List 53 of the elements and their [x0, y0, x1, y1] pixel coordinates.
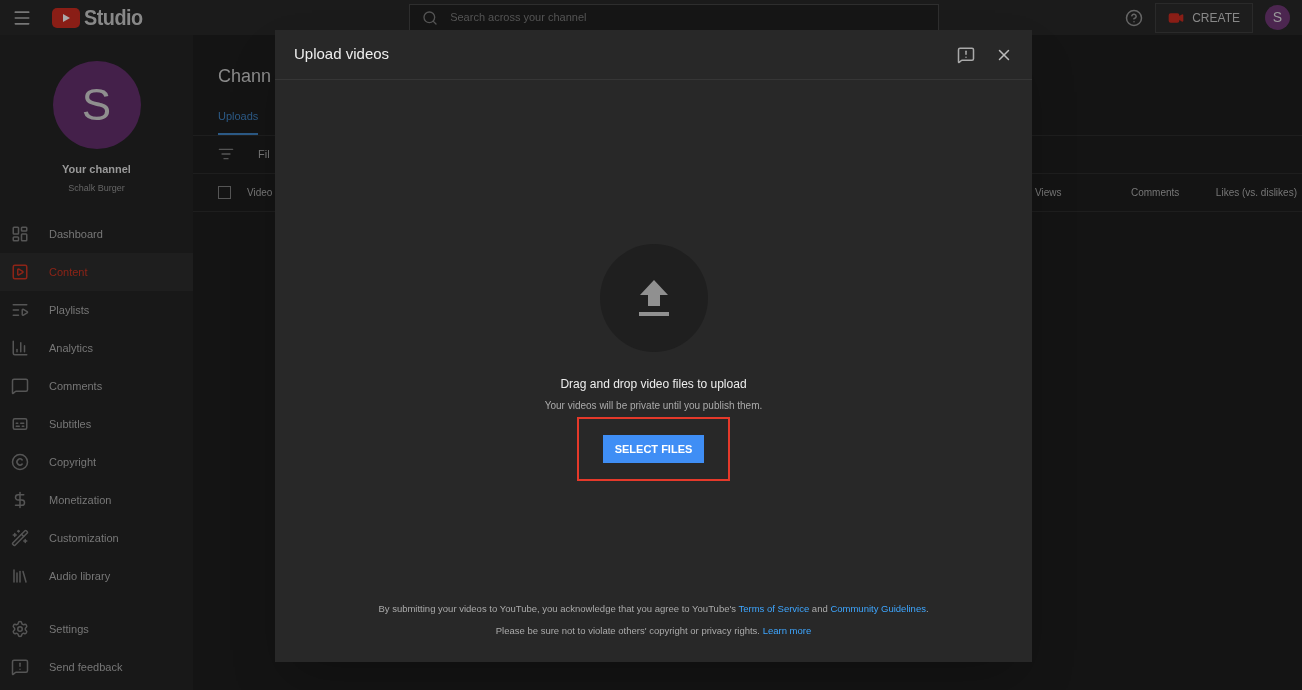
column-header: Comments	[1131, 185, 1181, 200]
sidebar-item[interactable]: Dashboard	[0, 215, 193, 253]
sidebar-item[interactable]: Monetization	[0, 481, 193, 519]
settings-icon	[11, 620, 29, 638]
feedback-icon[interactable]	[957, 45, 975, 64]
search-field[interactable]: Search across your channel	[409, 3, 940, 32]
tab[interactable]: Uploads	[218, 108, 259, 135]
legal-link[interactable]: Community Guidelines	[830, 602, 926, 614]
select-files-button[interactable]: SELECT FILES	[602, 435, 705, 463]
sidebar-item[interactable]: Customization	[0, 519, 193, 557]
video-icon	[11, 263, 29, 281]
bar-chart-icon	[11, 339, 29, 357]
sidebar-item[interactable]: Analytics	[0, 329, 193, 367]
legal-link[interactable]: Learn more	[762, 624, 812, 636]
sidebar-item[interactable]: Playlists	[0, 291, 193, 329]
music-library-icon	[11, 567, 29, 585]
channel-name: Schalk Burger	[68, 181, 125, 195]
drop-prompt: Drag and drop video files to upload	[560, 376, 747, 393]
sidebar-item[interactable]: Send feedback	[0, 648, 193, 686]
sidebar-item[interactable]: Copyright	[0, 443, 193, 481]
search-icon	[422, 9, 439, 26]
dashboard-icon	[11, 225, 29, 243]
dialog-title: Upload videos	[294, 44, 390, 65]
legal-notice: Please be sure not to violate others' copyright or privacy rights. Learn more	[495, 623, 812, 638]
logo-text: Studio	[84, 4, 143, 32]
page-title: Chann	[218, 66, 272, 86]
account-avatar[interactable]: S	[1265, 5, 1290, 30]
sidebar-item[interactable]: Subtitles	[0, 405, 193, 443]
channel-avatar[interactable]: S	[52, 61, 141, 149]
select-all-checkbox[interactable]	[218, 185, 231, 199]
legal-link[interactable]: Terms of Service	[738, 602, 810, 614]
speech-bubble-icon	[11, 377, 29, 395]
column-header: Views	[1035, 185, 1063, 200]
magic-wand-icon	[11, 529, 29, 547]
channel-title: Your channel	[62, 162, 131, 177]
copyright-icon	[11, 453, 29, 471]
filter-field[interactable]: Fil	[258, 144, 270, 164]
playlist-icon	[11, 301, 29, 319]
column-header: Likes (vs. dislikes)	[1214, 185, 1297, 200]
sidebar-item[interactable]: Settings	[0, 610, 193, 648]
feedback-icon	[11, 658, 29, 676]
sidebar-item[interactable]: Comments	[0, 367, 193, 405]
sidebar-item[interactable]: Audio library	[0, 557, 193, 595]
legal-notice: By submitting your videos to YouTube, you acknowledge that you agree to YouTube's Terms of Service and Community Guidelines.	[378, 601, 929, 616]
subtitles-icon	[11, 415, 29, 433]
filter-icon[interactable]	[218, 146, 234, 162]
help-icon[interactable]	[1125, 8, 1144, 27]
play-logo-icon	[52, 7, 80, 28]
privacy-note: Your videos will be private until you publish them.	[544, 399, 763, 413]
search-input[interactable]: Search across your channel	[450, 9, 927, 26]
column-header: Video	[247, 185, 273, 200]
upload-arrow-icon	[637, 278, 670, 318]
create-button[interactable]: CREATE	[1155, 2, 1253, 33]
